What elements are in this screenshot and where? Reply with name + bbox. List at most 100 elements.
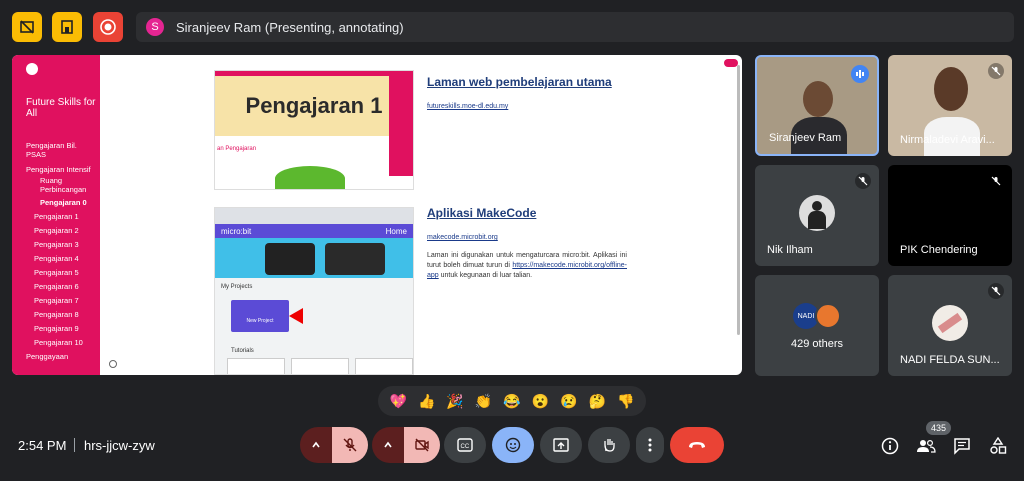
- participant-tile[interactable]: Siranjeev Ram: [755, 55, 879, 156]
- activities-button[interactable]: [988, 436, 1008, 456]
- tutorial-card: [355, 358, 413, 374]
- heading-makecode: Aplikasi MakeCode: [427, 206, 537, 220]
- camera-off-icon: [415, 438, 429, 452]
- meeting-code: hrs-jjcw-zyw: [84, 438, 155, 453]
- sidebar-title: Future Skills for All: [26, 97, 96, 119]
- captions-button[interactable]: CC: [444, 427, 486, 463]
- hang-up-icon: [689, 442, 705, 448]
- sidebar-item: Ruang Perbincangan: [40, 176, 87, 194]
- participant-name: Nirmaladevi Aravi...: [900, 134, 995, 146]
- presenter-bar: S Siranjeev Ram (Presenting, annotating): [136, 12, 1014, 42]
- participant-count-badge: 435: [926, 421, 952, 435]
- present-button[interactable]: [540, 427, 582, 463]
- new-project-card: New Project: [231, 300, 289, 332]
- doc-scrollbar: [737, 65, 740, 335]
- mic-toggle-button[interactable]: [332, 427, 368, 463]
- reaction-thumbs-up[interactable]: 👍: [418, 393, 435, 410]
- sidebar-item: Pengajaran 8: [34, 310, 79, 319]
- muted-icon: [988, 63, 1004, 79]
- reaction-thinking[interactable]: 🤔: [589, 393, 606, 410]
- others-avatar: [815, 303, 841, 329]
- participant-name: Nik Ilham: [767, 244, 813, 256]
- reaction-party[interactable]: 🎉: [446, 393, 463, 410]
- camera-control: [372, 427, 440, 463]
- presenter-status: Siranjeev Ram (Presenting, annotating): [176, 19, 404, 35]
- home-label: Home: [385, 227, 407, 236]
- activities-icon: [990, 437, 1007, 454]
- camera-options-button[interactable]: [372, 427, 404, 463]
- annotation-arrow-icon: [289, 308, 303, 324]
- camera-toggle-button[interactable]: [404, 427, 440, 463]
- sidebar-item: Pengajaran 9: [34, 324, 79, 333]
- chat-icon: [954, 438, 970, 455]
- sidebar-item: Pengajaran Bil. PSAS: [26, 141, 77, 159]
- participant-name: PIK Chendering: [900, 244, 978, 256]
- more-options-button[interactable]: [636, 427, 664, 463]
- participant-tile[interactable]: Nirmaladevi Aravi...: [888, 55, 1012, 156]
- raise-hand-button[interactable]: [588, 427, 630, 463]
- more-vert-icon: [648, 438, 652, 452]
- mic-off-icon: [343, 438, 357, 452]
- sidebar-item: Penggayaan: [26, 352, 69, 361]
- makecode-screenshot: micro:bit Home My Projects New Project Tu…: [214, 207, 414, 375]
- people-icon: [917, 439, 936, 453]
- hide-self-view-icon[interactable]: [12, 12, 42, 42]
- reaction-thumbs-down[interactable]: 👎: [617, 393, 634, 410]
- lesson-banner: Pengajaran 1: [215, 76, 413, 136]
- microbit-device-icon: [325, 243, 385, 275]
- makecode-description: Laman ini digunakan untuk mengaturcara m…: [427, 251, 627, 281]
- leave-call-button[interactable]: [670, 427, 724, 463]
- companion-mode-icon[interactable]: [52, 12, 82, 42]
- reaction-clap[interactable]: 👏: [475, 393, 492, 410]
- microbit-brand: micro:bit: [221, 227, 252, 236]
- reaction-heart[interactable]: 💖: [390, 393, 407, 410]
- info-icon: [881, 437, 899, 455]
- participant-tile[interactable]: Nik Ilham: [755, 165, 879, 266]
- annotation-toolbar-icon: [724, 59, 738, 67]
- people-button[interactable]: [916, 436, 936, 456]
- sidebar-item: Pengajaran 5: [34, 268, 79, 277]
- tutorial-card: [291, 358, 349, 374]
- chat-button[interactable]: [952, 436, 972, 456]
- sidebar-item: Pengajaran 6: [34, 282, 79, 291]
- reaction-laugh[interactable]: 😂: [503, 393, 520, 410]
- speaking-indicator-icon: [851, 65, 869, 83]
- link-futureskills: futureskills.moe-dl.edu.my: [427, 103, 509, 110]
- muted-icon: [988, 283, 1004, 299]
- sidebar-item: Pengajaran 2: [34, 226, 79, 235]
- muted-icon: [988, 173, 1004, 189]
- participant-tile[interactable]: PIK Chendering: [888, 165, 1012, 266]
- present-screen-icon: [553, 438, 569, 452]
- sidebar-item: Pengajaran 4: [34, 254, 79, 263]
- tree-illustration-icon: [275, 166, 345, 189]
- person-head: [803, 81, 833, 117]
- recording-icon[interactable]: [93, 12, 123, 42]
- doc-content: Laman web pembelajaran utama futureskill…: [427, 75, 627, 281]
- clock: 2:54 PM: [18, 438, 67, 453]
- participant-name: Siranjeev Ram: [769, 132, 842, 144]
- site-logo-icon: [26, 63, 38, 75]
- participant-avatar: [799, 195, 835, 231]
- lesson-screenshot: Pengajaran 1 an Pengajaran: [214, 70, 414, 190]
- reaction-surprised[interactable]: 😮: [532, 393, 549, 410]
- participant-name: NADI FELDA SUN...: [900, 354, 1000, 366]
- others-tile[interactable]: NADI 429 others: [755, 275, 879, 376]
- microbit-device-icon: [265, 243, 315, 275]
- reactions-bar: 💖 👍 🎉 👏 😂 😮 😢 🤔 👎: [378, 386, 646, 416]
- participant-tile[interactable]: NADI FELDA SUN...: [888, 275, 1012, 376]
- tutorials-label: Tutorials: [231, 348, 254, 354]
- meeting-details-button[interactable]: [880, 436, 900, 456]
- emoji-icon: [505, 437, 521, 453]
- person-head: [934, 67, 968, 111]
- svg-text:CC: CC: [461, 444, 470, 450]
- reactions-button[interactable]: [492, 427, 534, 463]
- sidebar-item: Pengajaran 1: [34, 212, 79, 221]
- captions-icon: CC: [457, 438, 473, 452]
- para-text-end: untuk kegunaan di luar talian.: [438, 272, 533, 279]
- reaction-sad[interactable]: 😢: [560, 393, 577, 410]
- doc-sidebar: Future Skills for All Pengajaran Bil. PS…: [12, 55, 100, 375]
- mic-options-button[interactable]: [300, 427, 332, 463]
- mic-control: [300, 427, 368, 463]
- sidebar-item: Pengajaran 3: [34, 240, 79, 249]
- hand-icon: [604, 439, 615, 452]
